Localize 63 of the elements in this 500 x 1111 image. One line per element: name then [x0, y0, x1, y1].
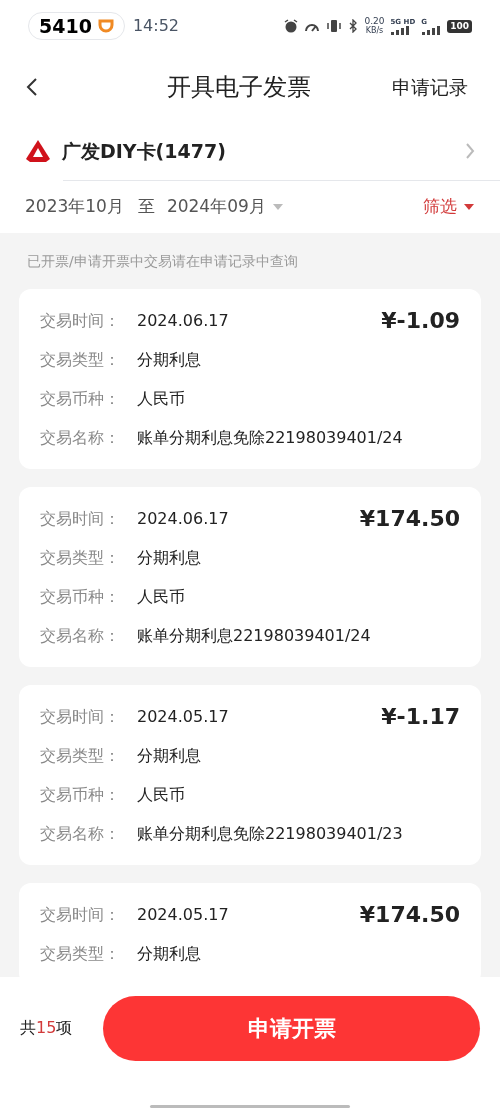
field-label: 交易类型：	[40, 546, 121, 569]
start-month[interactable]: 2023年10月	[25, 194, 124, 220]
field-value: 人民币	[137, 585, 185, 608]
field-label: 交易时间：	[40, 507, 121, 530]
apply-invoice-button[interactable]: 申请开票	[103, 995, 480, 1061]
field-value: 人民币	[137, 387, 185, 410]
card-name: 广发DIY卡(1477)	[62, 138, 226, 164]
signal-icon	[421, 25, 442, 35]
battery-indicator: 100	[447, 19, 472, 33]
status-time: 14:52	[132, 15, 179, 37]
filter-button[interactable]: 筛选	[423, 194, 475, 220]
dropdown-caret-icon[interactable]	[271, 203, 284, 211]
dropdown-caret-icon	[463, 203, 475, 211]
records-link[interactable]: 申请记录	[392, 72, 482, 102]
badge-number: 5410	[39, 13, 92, 39]
field-label: 交易类型：	[40, 348, 121, 371]
signal-icon	[390, 25, 411, 35]
page-title: 开具电子发票	[167, 72, 311, 103]
field-label: 交易币种：	[40, 387, 121, 410]
transaction-card[interactable]: 交易时间： 2024.06.17 ¥174.50 交易类型： 分期利息 交易币种： 人民币 交易名称： 账单分期利息22198039401/24	[19, 487, 481, 667]
amount: ¥174.50	[359, 901, 460, 929]
field-value: 2024.06.17	[137, 309, 229, 332]
amount: ¥-1.17	[381, 703, 460, 731]
amount: ¥174.50	[359, 505, 460, 533]
transaction-card[interactable]: 交易时间： 2024.05.17 ¥174.50 交易类型： 分期利息	[19, 883, 481, 977]
field-label: 交易类型：	[40, 942, 121, 965]
field-label: 交易时间：	[40, 903, 121, 926]
field-label: 交易时间：	[40, 309, 121, 332]
home-indicator[interactable]	[150, 1105, 350, 1108]
field-label: 交易币种：	[40, 783, 121, 806]
field-label: 交易时间：	[40, 705, 121, 728]
end-month[interactable]: 2024年09月	[166, 194, 266, 220]
field-value: 账单分期利息22198039401/24	[137, 624, 371, 647]
card-selector[interactable]: 广发DIY卡(1477)	[0, 122, 500, 180]
field-value: 分期利息	[137, 546, 201, 569]
transaction-card[interactable]: 交易时间： 2024.05.17 ¥-1.17 交易类型： 分期利息 交易币种： 人民币 交易名称： 账单分期利息免除22198039401/23	[19, 685, 481, 865]
field-value: 分期利息	[137, 942, 201, 965]
field-value: 分期利息	[137, 348, 201, 371]
notice-text: 已开票/申请开票中交易请在申请记录中查询	[27, 251, 298, 271]
network-unit: KB/s	[365, 26, 384, 35]
alarm-icon	[284, 19, 299, 33]
transaction-card[interactable]: 交易时间： 2024.06.17 ¥-1.09 交易类型： 分期利息 交易币种： 人民币 交易名称： 账单分期利息免除22198039401/24	[19, 289, 481, 469]
field-value: 人民币	[137, 783, 185, 806]
field-value: 账单分期利息免除22198039401/23	[137, 822, 403, 845]
field-value: 2024.05.17	[137, 705, 229, 728]
field-label: 交易名称：	[40, 822, 121, 845]
network-speed: 0.20	[364, 17, 385, 26]
range-separator: 至	[137, 195, 155, 219]
field-label: 交易类型：	[40, 744, 121, 767]
item-count: 共15项	[20, 1017, 74, 1039]
chevron-right-icon	[465, 142, 475, 160]
field-value: 分期利息	[137, 744, 201, 767]
field-value: 2024.06.17	[137, 507, 229, 530]
field-value: 2024.05.17	[137, 903, 229, 926]
bluetooth-icon	[348, 19, 359, 33]
back-icon	[26, 77, 38, 97]
vibrate-icon	[326, 19, 343, 33]
field-label: 交易名称：	[40, 624, 121, 647]
field-value: 账单分期利息免除22198039401/24	[137, 426, 403, 449]
field-label: 交易名称：	[40, 426, 121, 449]
field-label: 交易币种：	[40, 585, 121, 608]
bank-logo-icon	[25, 139, 51, 163]
amount: ¥-1.09	[381, 307, 460, 335]
